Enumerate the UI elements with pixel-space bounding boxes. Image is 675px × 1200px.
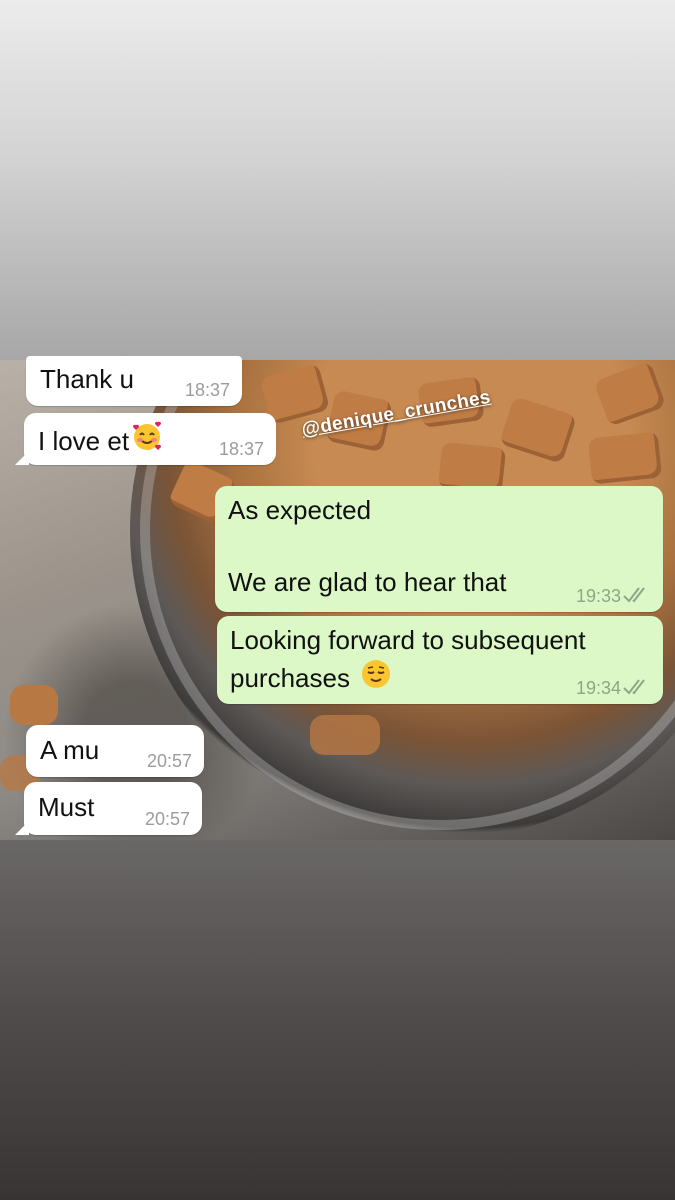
message-time: 18:37: [218, 439, 264, 459]
message-text: Must: [38, 792, 95, 822]
story-bottom-background: [0, 840, 675, 1200]
crunch-piece: [587, 431, 663, 485]
double-check-icon: [623, 679, 645, 695]
message-bubble-incoming[interactable]: A mu 20:57: [26, 725, 204, 777]
message-time: 19:34: [575, 678, 621, 698]
smiling-face-with-hearts-icon: [131, 421, 163, 461]
message-time: 18:37: [184, 380, 230, 400]
message-text: As expected We are glad to hear that: [228, 495, 507, 597]
message-text: A mu: [40, 735, 100, 765]
relieved-face-icon: [360, 658, 392, 699]
message-text-content: Looking forward to subsequent purchases: [230, 625, 586, 693]
double-check-icon: [623, 587, 645, 603]
message-text: Looking forward to subsequent purchases: [230, 622, 586, 699]
message-time: 19:33: [575, 586, 621, 606]
message-bubble-outgoing[interactable]: Looking forward to subsequent purchases …: [217, 616, 663, 704]
message-bubble-incoming[interactable]: Must 20:57: [15, 782, 202, 835]
crunch-piece-dropped: [310, 715, 380, 755]
story-top-background: [0, 0, 675, 360]
message-bubble-incoming[interactable]: Thank u 18:37: [26, 356, 242, 406]
message-text: I love et: [38, 421, 163, 461]
message-text-content: I love et: [38, 426, 130, 456]
message-time: 20:57: [146, 751, 192, 771]
crunch-piece-dropped: [10, 685, 58, 725]
message-time: 20:57: [144, 809, 190, 829]
message-text: Thank u: [40, 364, 134, 394]
message-bubble-incoming[interactable]: I love et 18:37: [15, 413, 276, 465]
message-bubble-outgoing[interactable]: As expected We are glad to hear that 19:…: [215, 486, 663, 612]
